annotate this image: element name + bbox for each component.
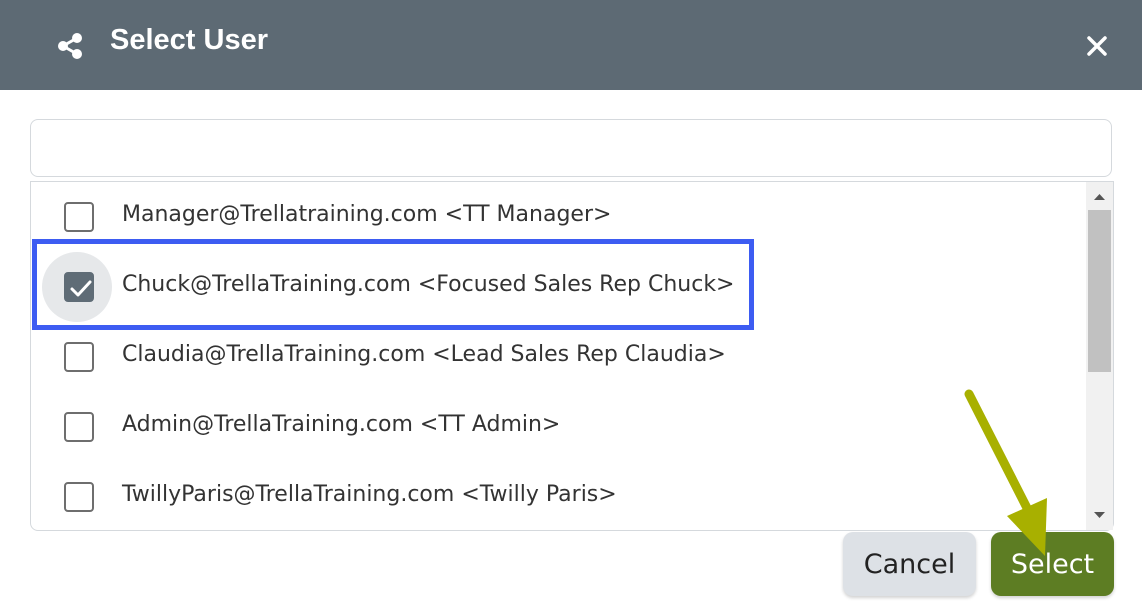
user-list: Manager@Trellatraining.com <TT Manager> … xyxy=(30,181,1114,531)
scrollbar-thumb[interactable] xyxy=(1088,210,1111,372)
user-checkbox-checked[interactable] xyxy=(64,272,94,302)
search-input[interactable] xyxy=(30,119,1112,177)
user-checkbox[interactable] xyxy=(64,482,94,512)
user-label: Admin@TrellaTraining.com <TT Admin> xyxy=(122,412,561,437)
user-checkbox[interactable] xyxy=(64,412,94,442)
user-list-item[interactable]: Manager@Trellatraining.com <TT Manager> xyxy=(31,182,1085,252)
share-icon xyxy=(58,33,82,59)
cancel-button[interactable]: Cancel xyxy=(843,532,976,596)
user-checkbox[interactable] xyxy=(64,202,94,232)
user-label: Manager@Trellatraining.com <TT Manager> xyxy=(122,202,612,227)
user-list-item[interactable]: Claudia@TrellaTraining.com <Lead Sales R… xyxy=(31,322,1085,392)
user-list-item[interactable]: TwillyParis@TrellaTraining.com <Twilly P… xyxy=(31,462,1085,530)
scroll-up-icon[interactable] xyxy=(1086,184,1113,208)
checkmark-icon xyxy=(70,280,92,297)
user-label: Chuck@TrellaTraining.com <Focused Sales … xyxy=(122,272,735,297)
user-list-item-selected[interactable]: Chuck@TrellaTraining.com <Focused Sales … xyxy=(31,252,1085,322)
dialog-title: Select User xyxy=(110,24,268,56)
scroll-down-icon[interactable] xyxy=(1086,504,1113,528)
select-button[interactable]: Select xyxy=(991,532,1114,596)
list-scrollbar[interactable] xyxy=(1086,182,1113,530)
user-list-item[interactable]: Admin@TrellaTraining.com <TT Admin> xyxy=(31,392,1085,462)
close-icon[interactable] xyxy=(1084,33,1110,59)
dialog-title-bar: Select User xyxy=(0,0,1142,90)
user-checkbox[interactable] xyxy=(64,342,94,372)
user-label: TwillyParis@TrellaTraining.com <Twilly P… xyxy=(122,482,617,507)
user-label: Claudia@TrellaTraining.com <Lead Sales R… xyxy=(122,342,726,367)
